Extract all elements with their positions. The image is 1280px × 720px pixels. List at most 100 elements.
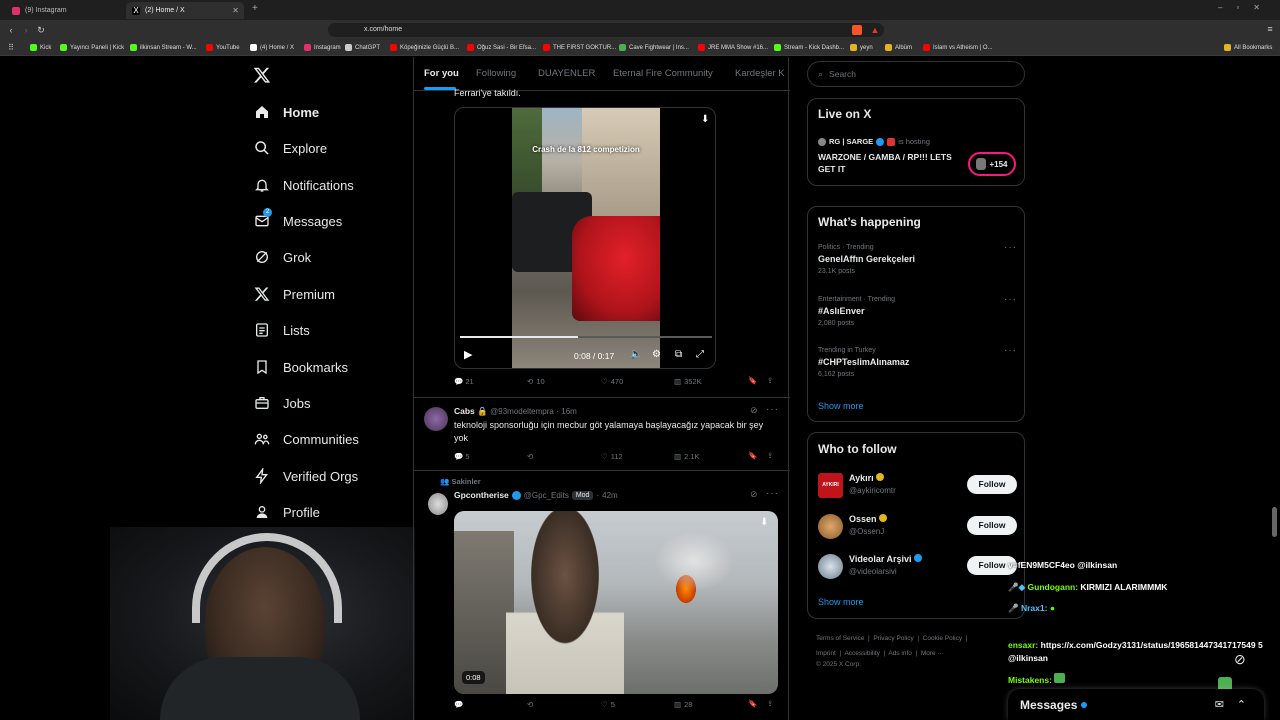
sidebar-item-bookmarks[interactable]: Bookmarks [254,355,348,379]
url-input[interactable]: x.com/home [328,23,884,37]
avatar[interactable] [428,493,448,515]
share-button[interactable]: ⇪ [767,376,773,385]
bookmark-item[interactable]: ilkinsan Stream - W... [130,44,197,51]
tab-duayenler[interactable]: DUAYENLER [538,68,595,79]
stream-title[interactable]: WARZONE / GAMBA / RP!!! LETS GET IT [818,151,958,175]
sidebar-item-grok[interactable]: Grok [254,245,311,269]
footer-link[interactable]: More ··· [921,650,944,657]
tab-eternal-fire-community[interactable]: Eternal Fire Community [613,68,713,79]
pip-icon[interactable]: ⧉ [675,349,682,360]
apps-icon[interactable]: ⠿ [6,43,16,53]
sidebar-item-notifications[interactable]: Notifications [254,173,354,197]
grok-floating-icon[interactable]: ⊘ [1234,651,1252,669]
browser-tab-x-home[interactable]: X (2) Home / X ✕ [126,2,244,19]
follow-suggestion[interactable]: Videolar Arşivi @videolarsivi Follow [818,554,1018,582]
volume-icon[interactable]: 🔈 [630,349,642,360]
trend-item[interactable]: Trending in Turkey #CHPTeslimAlınamaz 6,16… [818,345,1018,378]
bookmark-item[interactable]: Instagram [304,44,341,51]
sidebar-item-jobs[interactable]: Jobs [254,391,310,415]
reply-button[interactable]: 💬 [454,700,463,709]
more-icon[interactable]: ··· [766,404,779,415]
more-icon[interactable]: ··· [1004,345,1017,356]
bookmark-item[interactable]: ChatGPT [345,44,380,51]
follow-button[interactable]: Follow [967,516,1017,535]
live-host[interactable]: RG | SARGE is hosting [818,137,930,146]
account-handle[interactable]: @OssenJ [849,527,884,536]
bookmark-item[interactable]: Oğuz Sasi - Bir Efsa... [467,44,536,51]
repost-button[interactable]: ⟲ 10 [527,377,545,386]
close-tab-icon[interactable]: ✕ [232,6,239,15]
reply-button[interactable]: 💬 5 [454,452,470,461]
all-bookmarks-button[interactable]: All Bookmarks [1224,44,1272,51]
bookmark-item[interactable]: Cave Fightwear | Ins... [619,44,689,51]
more-icon[interactable]: ··· [1004,294,1017,305]
tab-kardeşler-k[interactable]: Kardeşler K [735,68,785,79]
grok-icon[interactable]: ⊘ [750,489,758,500]
bookmark-item[interactable]: JRE MMA Show #16... [698,44,768,51]
community-name[interactable]: Sakinler [451,477,480,486]
follow-suggestion[interactable]: AYKIRI Aykırı @aykiricomtr Follow [818,473,1018,501]
trend-item[interactable]: Entertainment · Trending #AslıEnver 2,080 … [818,294,1018,327]
sidebar-item-lists[interactable]: Lists [254,318,310,342]
post-time[interactable]: 16m [561,407,577,416]
bookmark-item[interactable]: THE FIRST GOKTUR... [543,44,616,51]
author-name[interactable]: Gpcontherise [454,490,509,500]
account-name[interactable]: Ossen [849,514,888,524]
footer-link[interactable]: Imprint [816,650,836,657]
browser-tab-instagram[interactable]: (9) Instagram [6,2,124,19]
forward-icon[interactable]: › [21,25,31,35]
page-scrollbar[interactable] [1272,507,1277,537]
window-controls[interactable]: –▫✕ [1218,3,1274,12]
bookmark-button[interactable]: 🔖 [748,451,757,460]
views-button[interactable]: ▥ 2.1K [674,452,700,461]
more-icon[interactable]: ··· [1004,242,1017,253]
share-button[interactable]: ⇪ [767,699,773,708]
new-tab-icon[interactable]: + [252,3,258,14]
fullscreen-icon[interactable]: ⤢ [696,349,704,360]
search-input[interactable]: ⌕ Search [807,61,1025,87]
menu-icon[interactable]: ≡ [1265,24,1275,34]
post-video[interactable]: Crash de la 812 competizion ⬇ ▶ 0:08 / 0… [454,107,716,369]
views-button[interactable]: ▥ 352K [674,377,702,386]
author-name[interactable]: Cabs [454,406,475,416]
account-handle[interactable]: @videolarsivi [849,567,897,576]
expand-icon[interactable]: ⌃ [1237,698,1246,711]
author-handle[interactable]: @93modeltempra [490,407,554,416]
bookmark-item[interactable]: Yayıncı Paneli | Kick [60,44,124,51]
bookmark-item[interactable]: Albüm [885,44,912,51]
account-name[interactable]: Videolar Arşivi [849,554,923,564]
sidebar-item-communities[interactable]: Communities [254,427,359,451]
repost-button[interactable]: ⟲ [527,452,533,461]
avatar[interactable] [818,514,843,539]
post-video[interactable]: 0:08 ⬇ [454,511,778,694]
avatar[interactable] [424,407,448,431]
live-listeners-button[interactable]: +154 [968,152,1016,176]
bookmark-item[interactable]: YouTube [206,44,240,51]
sidebar-item-explore[interactable]: Explore [254,136,327,160]
more-icon[interactable]: ··· [766,488,779,499]
sidebar-item-premium[interactable]: Premium [254,282,335,306]
brave-shield-icon[interactable] [852,25,862,35]
bookmark-button[interactable]: 🔖 [748,699,757,708]
download-icon[interactable]: ⬇ [760,517,768,528]
avatar[interactable]: AYKIRI [818,473,843,498]
sidebar-item-messages[interactable]: 2 Messages [254,208,342,233]
bookmark-button[interactable]: 🔖 [748,376,757,385]
video-progress-track[interactable] [460,336,712,338]
settings-icon[interactable]: ⚙ [652,349,661,360]
x-logo-icon[interactable] [253,66,271,89]
post-time[interactable]: 42m [602,491,618,500]
tab-following[interactable]: Following [476,68,516,79]
bookmark-item[interactable]: Köpeğinizle Güçlü B... [390,44,459,51]
author-handle[interactable]: @Gpc_Edits [524,491,569,500]
follow-suggestion[interactable]: Ossen @OssenJ Follow [818,514,1018,542]
messages-drawer[interactable]: Messages ✉ ⌃ [1008,689,1264,720]
show-more-link[interactable]: Show more [818,401,864,411]
repost-button[interactable]: ⟲ [527,700,533,709]
bookmark-item[interactable]: Islam vs Atheism | O... [923,44,993,51]
bookmark-item[interactable]: Kick [30,44,51,51]
show-more-link[interactable]: Show more [818,597,864,607]
views-button[interactable]: ▥ 28 [674,700,692,709]
reload-icon[interactable]: ↻ [36,25,46,35]
footer-link[interactable]: Ads info [888,650,912,657]
